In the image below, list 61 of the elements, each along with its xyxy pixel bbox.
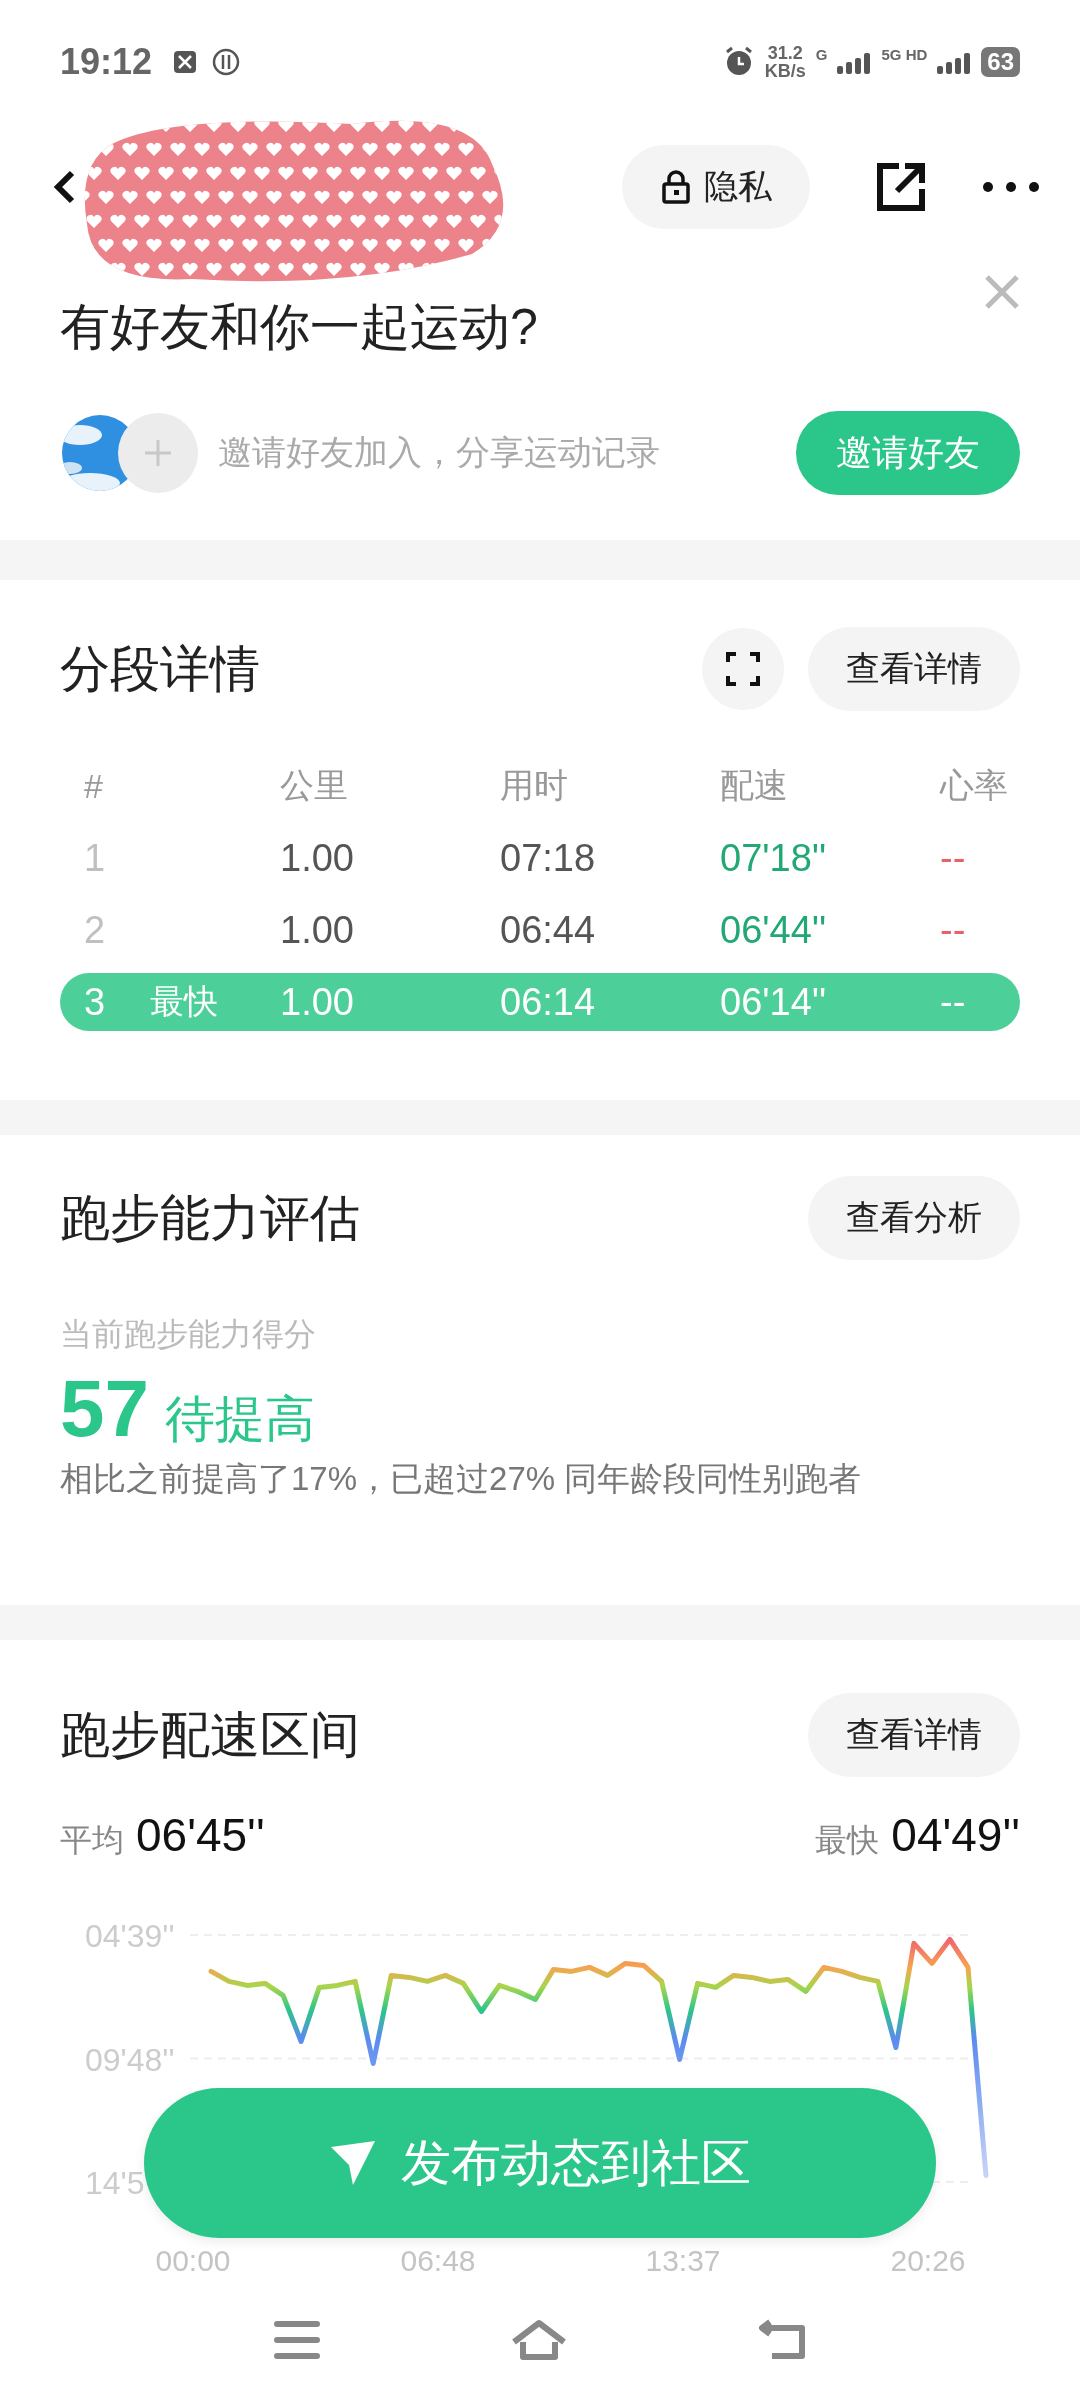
privacy-button[interactable]: 隐私 bbox=[622, 145, 810, 229]
fastest-pace: 04'49'' bbox=[891, 1808, 1020, 1862]
column-header: 公里 bbox=[280, 765, 349, 806]
score-rating: 待提高 bbox=[165, 1390, 315, 1449]
send-icon bbox=[329, 2139, 377, 2187]
column-header: # bbox=[83, 765, 104, 807]
section-title: 跑步配速区间 bbox=[60, 1705, 361, 1765]
table-cell-text: 06'44'' bbox=[720, 907, 828, 953]
table-cell-text: 1 bbox=[83, 835, 107, 881]
table-cell-text: -- bbox=[940, 980, 967, 1024]
table-cell-text: 1.00 bbox=[280, 907, 355, 953]
x-axis-label: 13:37 bbox=[645, 2244, 721, 2277]
speed-value: 31.2 bbox=[766, 44, 804, 62]
x-axis-label: 20:26 bbox=[890, 2244, 966, 2277]
signal-icon bbox=[937, 50, 972, 74]
boxed-x-icon bbox=[172, 49, 199, 75]
more-icon[interactable] bbox=[982, 179, 1040, 195]
table-cell-text: 1.00 bbox=[280, 835, 355, 881]
table-cell-text: -- bbox=[940, 907, 967, 953]
table-cell-text: 06:44 bbox=[500, 907, 597, 953]
column-header: 心率 bbox=[940, 765, 1009, 806]
fastest-label: 最快 bbox=[815, 1821, 880, 1860]
section-title: 跑步能力评估 bbox=[60, 1188, 361, 1248]
speed-unit: KB/s bbox=[764, 62, 806, 80]
signal-icon bbox=[837, 50, 872, 74]
network-type: G bbox=[815, 46, 828, 63]
plus-icon bbox=[143, 438, 173, 468]
menu-icon[interactable] bbox=[274, 2320, 320, 2360]
expand-icon bbox=[726, 652, 760, 686]
table-cell-text: -- bbox=[940, 835, 967, 881]
table-cell-text: 07:18 bbox=[500, 835, 597, 881]
section-title: 分段详情 bbox=[60, 639, 261, 699]
home-icon[interactable] bbox=[510, 2318, 568, 2362]
invite-hint: 邀请好友加入，分享运动记录 bbox=[218, 432, 661, 473]
network-type: 5G HD bbox=[881, 46, 928, 63]
table-cell-text: 最快 bbox=[150, 981, 219, 1022]
average-label: 平均 bbox=[60, 1821, 124, 1860]
clock-time: 19:12 bbox=[60, 41, 153, 83]
view-details-button[interactable]: 查看详情 bbox=[808, 627, 1020, 711]
table-cell-text: 06:14 bbox=[500, 980, 597, 1024]
table-cell-text: 07'18'' bbox=[720, 835, 828, 881]
average-pace: 06'45'' bbox=[136, 1808, 265, 1862]
battery-level: 63 bbox=[981, 47, 1020, 77]
column-header: 用时 bbox=[500, 765, 569, 806]
share-icon[interactable] bbox=[875, 161, 927, 213]
circle-icon bbox=[212, 48, 241, 76]
table-cell-text: 1.00 bbox=[280, 980, 355, 1024]
lock-icon bbox=[660, 170, 692, 204]
column-header: 配速 bbox=[720, 765, 789, 806]
table-cell-text: 2 bbox=[83, 907, 107, 953]
view-details-button[interactable]: 查看详情 bbox=[808, 1693, 1020, 1777]
x-axis-label: 00:00 bbox=[155, 2244, 231, 2277]
score-summary: 相比之前提高了17%，已超过27% 同年龄段同性别跑者 bbox=[60, 1459, 863, 1499]
view-analysis-button[interactable]: 查看分析 bbox=[808, 1176, 1020, 1260]
x-axis-label: 06:48 bbox=[400, 2244, 476, 2277]
score-value: 57 bbox=[60, 1363, 149, 1455]
close-icon[interactable] bbox=[984, 274, 1020, 310]
table-cell-text: 06'14'' bbox=[720, 980, 828, 1024]
table-cell-text: 3 bbox=[83, 980, 107, 1024]
prompt-heading: 有好友和你一起运动? bbox=[60, 298, 539, 357]
score-label: 当前跑步能力得分 bbox=[60, 1315, 317, 1354]
